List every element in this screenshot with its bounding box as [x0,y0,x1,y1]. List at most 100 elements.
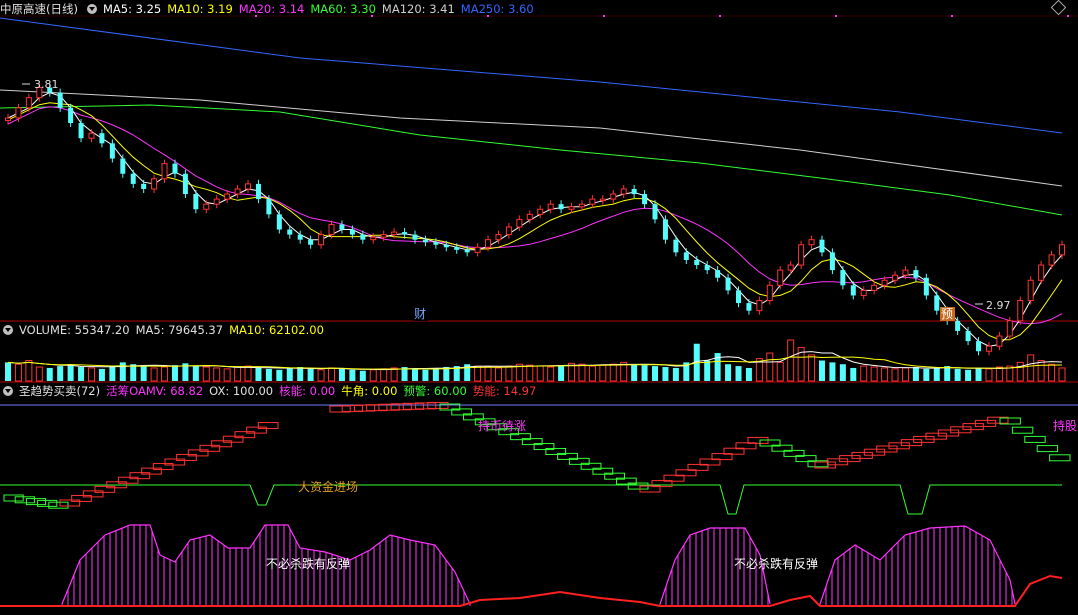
candle-body [558,204,564,210]
indicator-label-6: 势能: 14.97 [472,384,537,398]
chart-stage[interactable]: 3.81 2.97 财 预持币待涨 持股 大资金进场 不必杀跌有反弹 不必杀跌有反弹 中原高速… [0,0,1078,611]
volume-bar [526,364,534,382]
volume-bar [57,366,64,381]
volume-bar [130,364,137,381]
toggle-icon[interactable] [3,386,13,396]
volume-bar [25,360,33,382]
volume-bar [923,368,930,381]
candle-body [88,132,95,139]
volume-bar [954,368,961,381]
volume-bar [265,368,272,381]
volume-bar [975,367,982,381]
marker-dot [951,15,953,17]
trend-step-up [257,422,279,430]
volume-bar [547,366,555,382]
mountain-right-b [819,525,1016,605]
ma-label-4: MA120: 3.41 [381,2,455,16]
volume-bar [87,367,95,382]
volume-bar [140,366,147,381]
trend-step-up [234,431,256,439]
candle-body [234,188,241,195]
trend-step-up [71,494,92,502]
volume-bar [234,366,242,382]
ma-legend: MA5: 3.25 MA10: 3.19 MA20: 3.14 MA60: 3.30 M… [103,2,540,16]
candle-body [402,232,408,235]
volume-label-2: MA10: 62102.00 [229,323,324,337]
volume-bar [432,367,439,381]
stock-chart[interactable]: 3.81 2.97 财 预持币待涨 持股大资金进场不必杀跌有反弹 不必杀跌有反弹 [0,0,1078,611]
volume-bar [870,366,878,382]
candle-body [443,244,449,248]
candle-body [871,284,878,291]
trend-step-up [141,467,162,475]
volume-bar [286,367,293,381]
candle-body [151,178,158,190]
candle-body [610,193,617,200]
candle-body [380,234,387,238]
volume-bar [494,367,502,382]
volume-bar [609,363,617,382]
candle-body [349,229,355,235]
ma10-line [7,102,1063,341]
volume-bar [338,368,345,381]
trend-step-down [1011,426,1034,434]
candle-body [840,270,846,286]
volume-bar [192,366,199,381]
volume-bar [78,367,85,381]
volume-bar [985,368,993,382]
toggle-icon[interactable] [3,325,13,335]
volume-bar [411,368,418,381]
trend-step-down [3,494,24,502]
volume-bar [735,366,742,381]
volume-bar [536,365,544,382]
candle-body [568,206,575,210]
candle-body [255,183,261,200]
candle-body [892,274,899,281]
volume-bar [912,367,919,381]
ma60-line [0,104,1063,216]
volume-bar [213,367,221,382]
ma-label-3: MA60: 3.30 [310,2,376,16]
volume-bar [672,367,679,381]
volume-bar [704,360,711,381]
red-energy-line [0,574,1063,607]
volume-bar [202,366,210,382]
ma-label-5: MA250: 3.60 [460,2,534,16]
volume-bar [328,367,336,382]
candle-body [213,198,220,205]
price-header: 中原高速(日线) MA5: 3.25 MA10: 3.19 MA20: 3.14 MA6… [0,1,540,17]
candle-body [985,345,992,352]
volume-header: VOLUME: 55347.20 MA5: 79645.37 MA10: 62102… [0,322,330,338]
candle-body [1038,264,1045,281]
toggle-icon[interactable] [86,4,97,14]
volume-bar [150,367,158,382]
candle-body [881,279,888,286]
volume-label-1: MA5: 79645.37 [135,323,224,337]
candle-body [391,231,398,236]
volume-bar [1048,363,1056,382]
candle-body [715,270,721,278]
rebound-label-2: 不必杀跌有反弹 [734,556,818,571]
candle-body [652,204,658,220]
volume-bar [223,368,231,382]
ma-label-0: MA5: 3.25 [102,2,162,16]
volume-bar [35,366,43,382]
volume-bar [766,352,774,382]
volume-bar [380,368,388,382]
high-label: 3.81 [34,78,59,91]
candle-body [287,229,293,235]
indicator-label-1: 活筹OAMV: 68.82 [106,384,204,398]
candle-body [642,194,648,205]
volume-bar [588,365,596,382]
trend-step-up [246,426,267,434]
big-money-label: 大资金进场 [298,479,358,494]
candle-body [57,92,63,108]
candle-body [193,194,199,210]
trend-step-down [25,498,47,506]
volume-bar [745,367,752,381]
candle-body [318,234,325,246]
candle-body [454,247,460,250]
trend-step-up [152,463,174,471]
candle-body [860,289,867,296]
candle-body [516,218,523,228]
